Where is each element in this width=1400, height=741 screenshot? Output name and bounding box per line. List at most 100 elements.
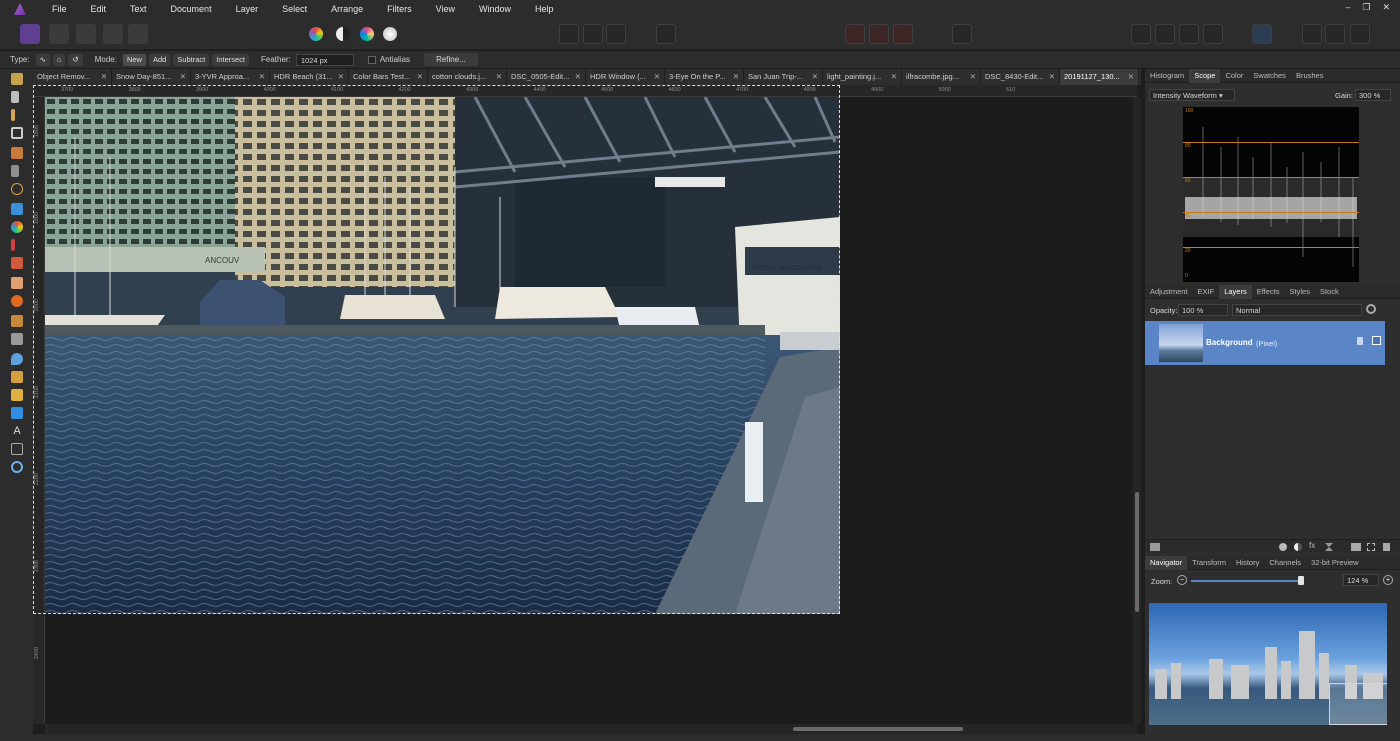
assistant-manager-icon[interactable] (845, 24, 865, 44)
minimize-button[interactable]: – (1345, 2, 1350, 13)
pen-tool-icon[interactable] (11, 389, 23, 401)
document-tab[interactable]: Color Bars Test... ✕ (349, 69, 428, 85)
smudge-brush-tool-icon[interactable] (11, 371, 23, 383)
menu-select[interactable]: Select (270, 4, 319, 14)
close-tab-icon[interactable]: ✕ (733, 69, 739, 85)
freehand-type-icon[interactable]: ∿ (35, 53, 50, 66)
menu-view[interactable]: View (424, 4, 467, 14)
tab-transform[interactable]: Transform (1187, 556, 1231, 570)
tab-styles[interactable]: Styles (1285, 285, 1315, 299)
close-tab-icon[interactable]: ✕ (891, 69, 897, 85)
develop-persona-button[interactable] (76, 24, 96, 44)
zoom-out-icon[interactable]: − (1177, 575, 1187, 585)
tab-32bit-preview[interactable]: 32-bit Preview (1306, 556, 1364, 570)
tab-effects[interactable]: Effects (1252, 285, 1285, 299)
menu-file[interactable]: File (40, 4, 79, 14)
tab-swatches[interactable]: Swatches (1248, 69, 1291, 83)
tab-navigator[interactable]: Navigator (1145, 555, 1188, 570)
lock-icon[interactable] (1357, 337, 1363, 345)
close-tab-icon[interactable]: ✕ (654, 69, 660, 85)
erase-brush-tool-icon[interactable] (11, 277, 23, 289)
clone-tool-icon[interactable] (11, 315, 23, 327)
dodge-tool-icon[interactable] (11, 295, 23, 307)
tab-adjustment[interactable]: Adjustment (1145, 285, 1193, 299)
blend-mode-select[interactable]: Normal (1232, 304, 1362, 316)
menu-filters[interactable]: Filters (375, 4, 424, 14)
document-tab[interactable]: ilfracombe.jpg... ✕ (902, 69, 981, 85)
close-tab-icon[interactable]: ✕ (101, 69, 107, 85)
close-tab-icon[interactable]: ✕ (575, 69, 581, 85)
align-left-icon[interactable] (1131, 24, 1151, 44)
mode-add-button[interactable]: Add (148, 53, 171, 66)
add-layer-icon[interactable] (1367, 543, 1375, 551)
snapping-icon[interactable] (869, 24, 889, 44)
paint-brush-tool-icon[interactable] (11, 239, 15, 251)
navigator-view-box[interactable] (1329, 683, 1387, 725)
document-tab[interactable]: 20191127_130... ✕ (1060, 69, 1139, 85)
close-tab-icon[interactable]: ✕ (417, 69, 423, 85)
menu-document[interactable]: Document (159, 4, 224, 14)
selection-brush-tool-icon[interactable] (11, 147, 23, 159)
menu-text[interactable]: Text (118, 4, 159, 14)
mode-new-button[interactable]: New (122, 53, 146, 66)
refine-button[interactable]: Refine... (424, 53, 478, 66)
mesh-warp-tool-icon[interactable] (11, 443, 23, 455)
horizontal-scrollbar[interactable] (45, 724, 1137, 734)
tab-stock[interactable]: Stock (1315, 285, 1344, 299)
canvas-area[interactable]: ANCOUV ROYAL VANCOUVER (33, 85, 1137, 724)
zoom-tool-icon[interactable] (11, 461, 23, 473)
crop-tool-icon[interactable] (11, 127, 23, 139)
pixel-layer-icon[interactable] (1325, 543, 1333, 551)
document-tab[interactable]: 3-Eye On the P... ✕ (665, 69, 744, 85)
boolean-subtract-icon[interactable] (1325, 24, 1345, 44)
boolean-add-icon[interactable] (1302, 24, 1322, 44)
document-tab[interactable]: San Juan Trip-... ✕ (744, 69, 823, 85)
menu-help[interactable]: Help (523, 4, 566, 14)
opacity-input[interactable]: 100 % (1178, 304, 1228, 316)
align-center-icon[interactable] (1155, 24, 1175, 44)
auto-levels-icon[interactable] (309, 27, 323, 41)
deselect-icon[interactable] (583, 24, 603, 44)
vertical-scroll-thumb[interactable] (1135, 492, 1139, 612)
gain-select[interactable]: 300 % (1355, 89, 1391, 101)
magnet-snap-icon[interactable] (893, 24, 913, 44)
feather-input[interactable]: 1024 px (295, 53, 354, 66)
zoom-slider[interactable] (1191, 580, 1302, 582)
zoom-input[interactable]: 124 % (1343, 574, 1379, 586)
hand-tool-icon[interactable] (11, 73, 23, 85)
document-tab[interactable]: HDR Window (... ✕ (586, 69, 665, 85)
adjustment-layer-icon[interactable] (1294, 543, 1302, 551)
scope-type-select[interactable]: Intensity Waveform ▾ (1149, 89, 1235, 101)
magnetic-type-icon[interactable]: ↺ (68, 53, 83, 66)
auto-contrast-icon[interactable] (336, 27, 350, 41)
zoom-slider-knob[interactable] (1298, 576, 1305, 585)
boolean-intersect-icon[interactable] (1350, 24, 1370, 44)
healing-tool-icon[interactable] (11, 333, 23, 345)
close-tab-icon[interactable]: ✕ (1128, 69, 1134, 85)
document-tab[interactable]: DSC_0505-Edit... ✕ (507, 69, 586, 85)
auto-colors-icon[interactable] (360, 27, 374, 41)
tab-color[interactable]: Color (1220, 69, 1248, 83)
document-tab[interactable]: 3-YVR Approa... ✕ (191, 69, 270, 85)
select-all-icon[interactable] (559, 24, 579, 44)
mode-subtract-button[interactable]: Subtract (173, 53, 210, 66)
tab-layers[interactable]: Layers (1219, 284, 1252, 299)
navigator-preview[interactable] (1149, 603, 1387, 725)
close-tab-icon[interactable]: ✕ (1049, 69, 1055, 85)
tab-exif[interactable]: EXIF (1193, 285, 1220, 299)
auto-white-balance-icon[interactable] (383, 27, 397, 41)
layer-stack-icon[interactable] (1150, 543, 1160, 551)
fx-icon[interactable]: fx (1309, 541, 1315, 550)
tab-brushes[interactable]: Brushes (1291, 69, 1329, 83)
close-window-button[interactable]: ✕ (1382, 2, 1390, 13)
zoom-in-icon[interactable]: + (1383, 575, 1393, 585)
mask-layer-icon[interactable] (1279, 543, 1287, 551)
polygonal-type-icon[interactable]: ⌂ (52, 53, 66, 66)
document-tab[interactable]: HDR Beach (31... ✕ (270, 69, 349, 85)
close-tab-icon[interactable]: ✕ (812, 69, 818, 85)
menu-arrange[interactable]: Arrange (319, 4, 375, 14)
close-tab-icon[interactable]: ✕ (338, 69, 344, 85)
trash-icon[interactable] (1383, 543, 1390, 551)
arrange-icon[interactable] (1252, 24, 1272, 44)
flood-fill-tool-icon[interactable] (11, 203, 23, 215)
